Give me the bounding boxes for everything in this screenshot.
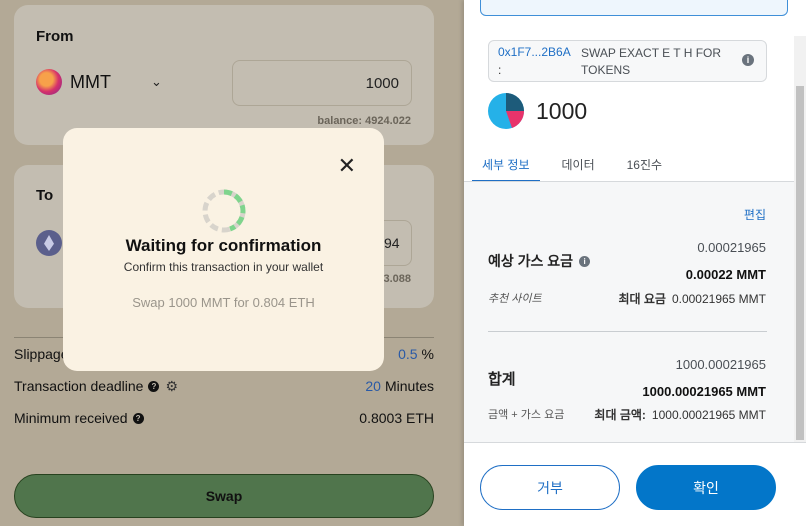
scrollbar-thumb[interactable] xyxy=(796,86,804,440)
gas-amount-bold: 0.00022 MMT xyxy=(685,267,766,282)
edit-gas-link[interactable]: 편집 xyxy=(744,206,766,223)
info-icon[interactable]: i xyxy=(742,54,754,66)
info-icon[interactable]: i xyxy=(579,255,591,267)
total-max: 최대 금액: 1000.00021965 MMT xyxy=(594,406,766,423)
help-icon: ? xyxy=(148,380,160,392)
eth-token-icon xyxy=(36,230,62,256)
from-token-name: MMT xyxy=(70,71,111,92)
help-icon: ? xyxy=(132,412,144,424)
metamask-panel: 0x1F7...2B6A : SWAP EXACT E T H FOR TOKE… xyxy=(464,0,806,526)
from-token-selector[interactable]: MMT ⌄ xyxy=(36,69,162,95)
swap-button[interactable]: Swap xyxy=(14,474,434,518)
deadline-label: Transaction deadline xyxy=(14,378,144,394)
tab-hex[interactable]: 16진수 xyxy=(627,152,662,182)
total-label: 합계 xyxy=(488,371,516,388)
gas-max-fee: 최대 요금 0.00021965 MMT xyxy=(618,290,766,307)
slippage-unit: % xyxy=(421,346,434,362)
gear-icon[interactable]: ⚙ xyxy=(165,378,178,395)
tx-amount: 1000 xyxy=(536,98,588,124)
total-amount-bold: 1000.00021965 MMT xyxy=(642,384,766,399)
amount-plus-gas-label: 금액 + 가스 요금 xyxy=(488,409,565,421)
to-title: To xyxy=(36,187,54,204)
modal-title: Waiting for confirmation xyxy=(125,236,322,255)
total-max-label: 최대 금액: xyxy=(594,408,646,422)
divider xyxy=(488,331,767,332)
close-icon[interactable]: ✕ xyxy=(338,155,356,177)
deadline-value[interactable]: 20 xyxy=(365,378,381,394)
loading-spinner-icon xyxy=(202,189,246,233)
gas-max-label: 최대 요금 xyxy=(618,292,666,306)
min-received-value: 0.8003 ETH xyxy=(359,410,434,426)
account-box xyxy=(480,0,788,16)
gas-max-value: 0.00021965 MMT xyxy=(671,292,766,306)
deadline-unit: Minutes xyxy=(384,378,434,394)
from-title: From xyxy=(36,28,74,45)
to-token-selector[interactable] xyxy=(36,230,62,256)
address-suffix: : xyxy=(498,63,502,77)
gas-amount: 0.00021965 xyxy=(697,240,766,255)
min-received-row: Minimum received ? 0.8003 ETH xyxy=(14,402,434,434)
from-card: From MMT ⌄ 1000 balance: 4924.022 xyxy=(14,5,434,145)
to-balance: 3.088 xyxy=(383,273,411,285)
modal-swap-detail: Swap 1000 MMT for 0.804 ETH xyxy=(132,295,315,310)
method-name: SWAP EXACT E T H FOR TOKENS xyxy=(581,46,722,77)
tab-details[interactable]: 세부 정보 xyxy=(472,152,540,182)
tab-data[interactable]: 데이터 xyxy=(562,152,595,182)
modal-subtitle: Confirm this transaction in your wallet xyxy=(123,260,324,274)
reject-button[interactable]: 거부 xyxy=(480,465,620,510)
deadline-row: Transaction deadline ? ⚙ 20 Minutes xyxy=(14,370,434,402)
chevron-down-icon: ⌄ xyxy=(150,74,162,89)
total-amount: 1000.00021965 xyxy=(675,357,766,372)
swap-app: From MMT ⌄ 1000 balance: 4924.022 To 94 … xyxy=(0,0,462,526)
min-received-label: Minimum received xyxy=(14,410,128,426)
gas-fee-label-row: 예상 가스 요금 i xyxy=(488,251,591,271)
tab-bar: 세부 정보 데이터 16진수 xyxy=(472,152,694,182)
from-balance: balance: 4924.022 xyxy=(317,115,411,127)
total-max-value: 1000.00021965 MMT xyxy=(651,408,766,422)
to-amount-input[interactable]: 94 xyxy=(384,220,412,266)
from-amount-input[interactable]: 1000 xyxy=(232,60,412,106)
token-identicon-icon xyxy=(488,93,524,129)
gas-fee-label: 예상 가스 요금 xyxy=(488,253,574,269)
slippage-value[interactable]: 0.5 xyxy=(398,346,417,362)
gas-site-suggested: 추천 사이트 xyxy=(488,293,542,305)
scrollbar[interactable] xyxy=(794,36,806,442)
footer-divider xyxy=(464,442,806,443)
mmt-token-icon xyxy=(36,69,62,95)
slippage-label: Slippage xyxy=(14,346,69,362)
contract-address[interactable]: 0x1F7...2B6A xyxy=(498,45,571,59)
confirmation-modal: ✕ Waiting for confirmation Confirm this … xyxy=(63,128,384,371)
method-box: 0x1F7...2B6A : SWAP EXACT E T H FOR TOKE… xyxy=(488,40,767,82)
confirm-button[interactable]: 확인 xyxy=(636,465,776,510)
